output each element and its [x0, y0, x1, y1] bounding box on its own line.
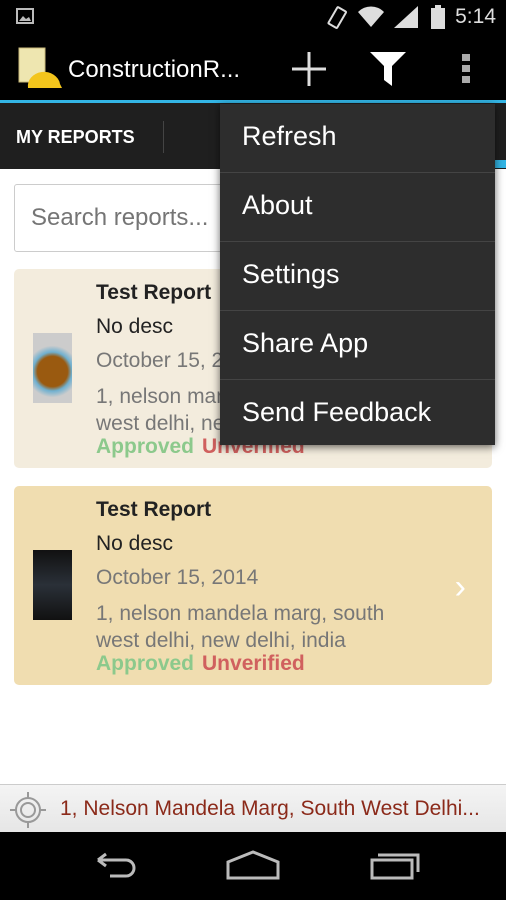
- report-card[interactable]: Test Report No desc October 15, 2014 1, …: [14, 486, 492, 685]
- add-icon[interactable]: [292, 52, 326, 86]
- approved-label: Approved: [96, 652, 195, 675]
- location-bar[interactable]: 1, Nelson Mandela Marg, South West Delhi…: [0, 784, 506, 832]
- report-title: Test Report: [96, 281, 212, 304]
- report-title: Test Report: [96, 498, 212, 521]
- report-thumbnail: [33, 550, 72, 620]
- report-address: 1, nelson mandela marg, south west delhi…: [96, 602, 385, 652]
- overflow-icon[interactable]: [460, 54, 472, 84]
- battery-icon: [431, 5, 445, 29]
- wifi-icon: [358, 6, 384, 28]
- menu-item-about[interactable]: About: [220, 173, 495, 242]
- menu-item-settings[interactable]: Settings: [220, 242, 495, 311]
- report-description: No desc: [96, 315, 174, 338]
- menu-item-refresh[interactable]: Refresh: [220, 104, 495, 173]
- app-logo-icon[interactable]: [16, 46, 64, 90]
- chevron-right-icon[interactable]: ›: [455, 568, 466, 607]
- location-target-icon: [10, 792, 46, 828]
- app-title: ConstructionR...: [68, 56, 241, 83]
- report-description: No desc: [96, 532, 174, 555]
- unverified-label: Unverified: [202, 652, 305, 675]
- signal-icon: [394, 6, 418, 28]
- approved-label: Approved: [96, 435, 195, 458]
- recents-icon[interactable]: [370, 850, 422, 880]
- tab-divider: [163, 121, 164, 153]
- report-status: Approved Unverified: [96, 652, 305, 676]
- menu-item-send-feedback[interactable]: Send Feedback: [220, 380, 495, 449]
- image-icon: [16, 8, 34, 24]
- overflow-menu: Refresh About Settings Share App Send Fe…: [220, 104, 495, 445]
- menu-item-share-app[interactable]: Share App: [220, 311, 495, 380]
- vibrate-icon: [327, 6, 347, 29]
- report-date: October 15, 2014: [96, 566, 259, 589]
- filter-icon[interactable]: [370, 52, 406, 86]
- navigation-bar: [0, 832, 506, 900]
- clock: 5:14: [455, 5, 496, 28]
- report-thumbnail: [33, 333, 72, 403]
- tab-my-reports[interactable]: MY REPORTS: [16, 127, 135, 148]
- action-bar: ConstructionR...: [0, 34, 506, 100]
- status-bar: 5:14: [0, 0, 506, 34]
- back-icon[interactable]: [88, 852, 138, 882]
- home-icon[interactable]: [226, 850, 280, 880]
- current-location: 1, Nelson Mandela Marg, South West Delhi…: [60, 797, 480, 820]
